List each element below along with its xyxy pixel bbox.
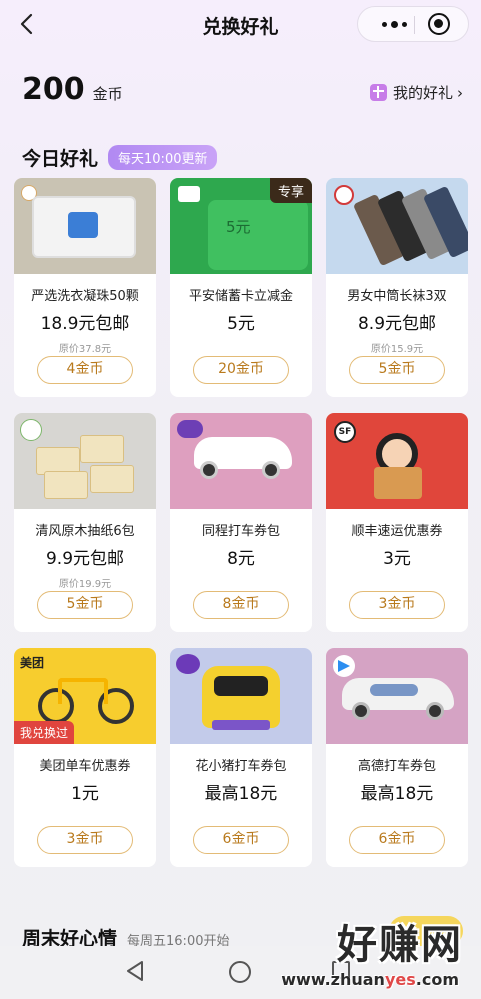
gift-card[interactable]: 男女中筒长袜3双 8.9元包邮 原价15.9元 5金币 xyxy=(326,178,468,397)
meituan-logo: 美团 xyxy=(20,656,45,670)
tongcheng-logo-icon xyxy=(177,420,203,438)
product-name: 花小猪打车券包 xyxy=(195,759,287,774)
nav-home-icon[interactable] xyxy=(229,961,251,983)
original-price: 原价37.8元 xyxy=(58,344,112,355)
product-image xyxy=(14,413,156,509)
product-name: 男女中筒长袜3双 xyxy=(347,289,447,304)
my-gifts-link[interactable]: 我的好礼 › xyxy=(369,82,463,103)
gift-card[interactable]: 同程打车券包 8元 8金币 xyxy=(170,413,312,632)
product-image: 美团 我兑换过 xyxy=(14,648,156,744)
watermark-url: www.zhuanyes.com xyxy=(281,970,459,989)
coin-balance: 200 金币 xyxy=(22,72,123,107)
update-time-badge: 每天10:00更新 xyxy=(108,145,218,170)
product-price: 8.9元包邮 xyxy=(357,314,437,334)
gift-card[interactable]: 高德打车券包 最高18元 6金币 xyxy=(326,648,468,867)
product-name: 同程打车券包 xyxy=(201,524,280,539)
gift-card[interactable]: 严选洗衣凝珠50颗 18.9元包邮 原价37.8元 4金币 xyxy=(14,178,156,397)
redeem-button[interactable]: 20金币 xyxy=(193,356,289,384)
miniprogram-capsule xyxy=(357,6,469,42)
redeem-button[interactable]: 8金币 xyxy=(193,591,289,619)
product-image xyxy=(170,413,312,509)
redeem-button[interactable]: 6金币 xyxy=(193,826,289,854)
watermark: 好赚网 www.zhuanyes.com xyxy=(267,912,467,996)
redeem-button[interactable]: 3金币 xyxy=(37,826,133,854)
product-image xyxy=(326,648,468,744)
gift-grid: 严选洗衣凝珠50颗 18.9元包邮 原价37.8元 4金币 5元 专享 平安储蓄… xyxy=(14,178,468,867)
product-name: 清风原木抽纸6包 xyxy=(35,524,135,539)
gift-card[interactable]: 美团 我兑换过 美团单车优惠券 1元 3金币 xyxy=(14,648,156,867)
product-price: 9.9元包邮 xyxy=(45,549,125,569)
product-price: 最高18元 xyxy=(360,784,434,804)
redeemed-tag: 我兑换过 xyxy=(14,721,75,744)
brand-logo-icon xyxy=(334,185,354,205)
original-price: 原价19.9元 xyxy=(58,579,112,590)
nav-back-icon[interactable] xyxy=(124,959,146,983)
product-price: 5元 xyxy=(227,314,255,334)
section-title: 今日好礼 xyxy=(22,148,99,170)
gift-card[interactable]: SF 顺丰速运优惠券 3元 3金币 xyxy=(326,413,468,632)
product-name: 严选洗衣凝珠50颗 xyxy=(31,289,139,304)
product-name: 美团单车优惠券 xyxy=(39,759,131,774)
exclusive-tag: 专享 xyxy=(269,178,312,203)
watermark-logo: 好赚网 xyxy=(337,922,463,968)
redeem-button[interactable]: 3金币 xyxy=(349,591,445,619)
brand-logo-icon xyxy=(20,419,42,441)
gift-card[interactable]: 花小猪打车券包 最高18元 6金币 xyxy=(170,648,312,867)
coupon-value: 5元 xyxy=(226,218,251,236)
gift-card[interactable]: 5元 专享 平安储蓄卡立减金 5元 20金币 xyxy=(170,178,312,397)
redeem-button[interactable]: 5金币 xyxy=(37,591,133,619)
product-price: 1元 xyxy=(71,784,99,804)
product-image xyxy=(14,178,156,274)
product-price: 最高18元 xyxy=(204,784,278,804)
gift-card[interactable]: 清风原木抽纸6包 9.9元包邮 原价19.9元 5金币 xyxy=(14,413,156,632)
gift-icon xyxy=(369,84,387,101)
product-image: 5元 专享 xyxy=(170,178,312,274)
sf-logo-icon: SF xyxy=(334,421,356,443)
product-name: 顺丰速运优惠券 xyxy=(351,524,443,539)
product-name: 平安储蓄卡立减金 xyxy=(188,289,293,304)
nav-header: 兑换好礼 xyxy=(0,0,481,50)
product-image xyxy=(326,178,468,274)
product-name: 高德打车券包 xyxy=(357,759,436,774)
product-price: 18.9元包邮 xyxy=(40,314,130,334)
bank-logo-icon xyxy=(178,186,200,202)
product-image: SF xyxy=(326,413,468,509)
redeem-button[interactable]: 6金币 xyxy=(349,826,445,854)
huaxiaozhu-logo-icon xyxy=(176,654,200,674)
amap-logo-icon xyxy=(333,655,355,677)
redeem-button[interactable]: 4金币 xyxy=(37,356,133,384)
product-price: 3元 xyxy=(383,549,411,569)
product-image xyxy=(170,648,312,744)
coin-count: 200 xyxy=(22,72,85,107)
capsule-divider xyxy=(414,16,415,34)
original-price: 原价15.9元 xyxy=(370,344,424,355)
more-icon[interactable] xyxy=(374,7,414,41)
today-section-header: 今日好礼 每天10:00更新 xyxy=(22,144,218,171)
redeem-button[interactable]: 5金币 xyxy=(349,356,445,384)
my-gifts-label: 我的好礼 xyxy=(392,84,453,102)
close-miniprogram-icon[interactable] xyxy=(428,13,450,35)
chevron-right-icon: › xyxy=(457,83,463,102)
product-price: 8元 xyxy=(227,549,255,569)
coin-unit: 金币 xyxy=(92,85,123,103)
